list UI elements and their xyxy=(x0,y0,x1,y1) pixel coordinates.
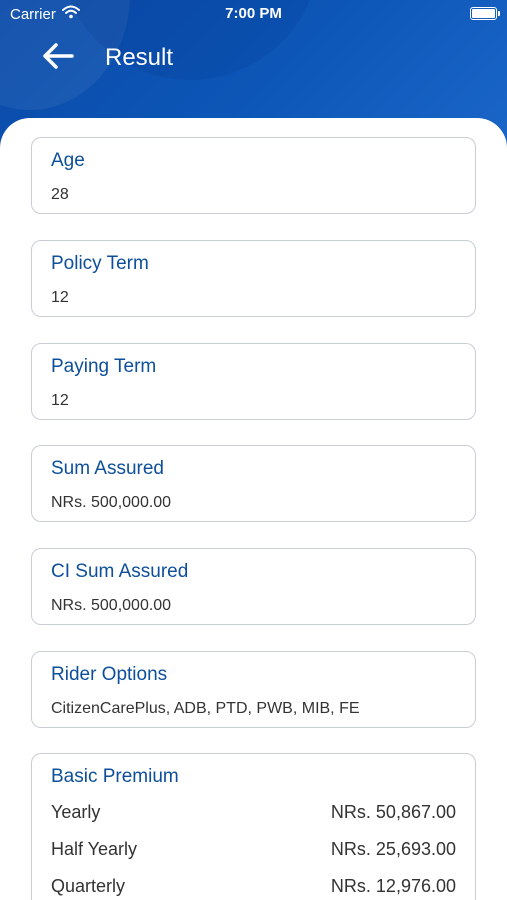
premium-label: Half Yearly xyxy=(51,839,138,859)
card-title: Policy Term xyxy=(51,253,149,274)
card-title: Age xyxy=(51,150,85,171)
premium-label: Yearly xyxy=(51,802,101,822)
card-value: 28 xyxy=(51,186,69,203)
card-title: Rider Options xyxy=(51,664,168,685)
card-value: NRs. 500,000.00 xyxy=(51,494,172,511)
card-rider-options: Rider Options CitizenCarePlus, ADB, PTD,… xyxy=(31,651,476,728)
battery-icon xyxy=(470,7,500,20)
card-value: 12 xyxy=(51,289,69,306)
status-bar: Carrier 7:00 PM xyxy=(0,0,507,28)
arrow-left-icon xyxy=(42,42,74,75)
card-value: 12 xyxy=(51,392,69,409)
card-value: CitizenCarePlus, ADB, PTD, PWB, MIB, FE xyxy=(51,700,360,717)
back-button[interactable] xyxy=(40,40,76,76)
premium-label: Quarterly xyxy=(51,876,126,896)
card-basic-premium: Basic Premium Yearly NRs. 50,867.00 Half… xyxy=(31,753,476,900)
navigation-bar: Result xyxy=(0,38,507,78)
premium-row-half-yearly: Half Yearly NRs. 25,693.00 xyxy=(51,839,456,861)
card-paying-term: Paying Term 12 xyxy=(31,343,476,420)
card-value: NRs. 500,000.00 xyxy=(51,597,172,614)
page-title: Result xyxy=(105,44,174,71)
premium-value: NRs. 50,867.00 xyxy=(330,802,456,822)
card-title: Sum Assured xyxy=(51,458,164,479)
premium-value: NRs. 12,976.00 xyxy=(330,876,456,896)
card-title: Basic Premium xyxy=(51,766,179,787)
card-policy-term: Policy Term 12 xyxy=(31,240,476,317)
card-title: Paying Term xyxy=(51,356,157,377)
premium-row-yearly: Yearly NRs. 50,867.00 xyxy=(51,802,456,824)
card-age: Age 28 xyxy=(31,137,476,214)
card-ci-sum-assured: CI Sum Assured NRs. 500,000.00 xyxy=(31,548,476,625)
card-sum-assured: Sum Assured NRs. 500,000.00 xyxy=(31,445,476,522)
premium-row-quarterly: Quarterly NRs. 12,976.00 xyxy=(51,876,456,898)
card-title: CI Sum Assured xyxy=(51,561,189,582)
premium-value: NRs. 25,693.00 xyxy=(330,839,456,859)
status-time: 7:00 PM xyxy=(225,5,282,22)
